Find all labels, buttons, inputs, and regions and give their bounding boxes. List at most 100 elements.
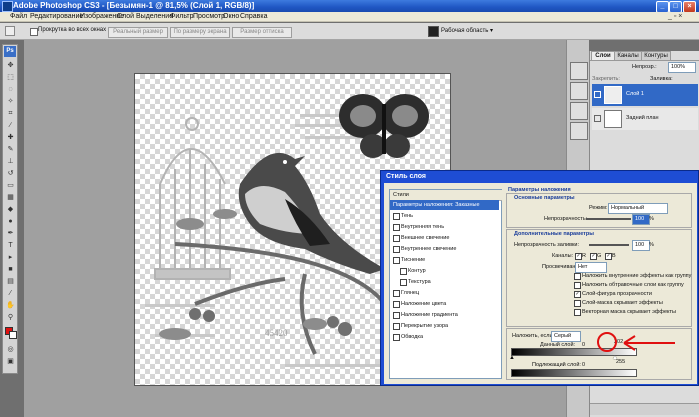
stamp-tool-icon[interactable]: ⊥ [6,157,15,166]
style-item[interactable]: Глянец [390,288,499,298]
style-checkbox[interactable] [400,268,407,275]
quick-mask-icon[interactable]: ◎ [6,345,15,354]
dodge-tool-icon[interactable]: ● [6,217,15,226]
print-size-button[interactable]: Размер оттиска [232,27,292,38]
history-panel-icon[interactable] [570,82,588,100]
hand-tool-icon[interactable] [5,26,15,36]
style-item[interactable]: Наложение цвета [390,299,499,309]
style-item[interactable]: Тиснение [390,255,499,265]
menu-edit[interactable]: Редактирование [30,12,83,22]
type-tool-icon[interactable]: T [6,241,15,250]
channel-g-checkbox[interactable]: ✓ [590,253,597,260]
layer-name[interactable]: Слой 1 [626,91,644,97]
restore-icon[interactable]: _ ▫ × [668,12,682,22]
style-checkbox[interactable] [393,334,400,341]
history-brush-icon[interactable]: ↺ [6,169,15,178]
fill-opacity-label: Непрозрачность заливки: [514,242,579,248]
actions-panel-icon[interactable] [570,102,588,120]
style-item[interactable]: Внутреннее свечение [390,244,499,254]
advanced-option-checkbox[interactable] [574,273,581,280]
style-label: Контур [408,268,426,274]
menu-window[interactable]: Окно [223,12,239,22]
style-item[interactable]: Текстура [390,277,499,287]
advanced-option-checkbox[interactable] [574,282,581,289]
workspace-menu[interactable]: Рабочая область ▾ [441,27,493,34]
style-checkbox[interactable] [393,246,400,253]
eyedropper-tool-icon[interactable]: ⁄ [6,289,15,298]
navigator-panel-icon[interactable] [570,62,588,80]
blend-if-select[interactable]: Серый [551,331,581,342]
advanced-option-checkbox[interactable]: ✓ [574,291,581,298]
menu-view[interactable]: Просмотр [193,12,225,22]
screen-mode-icon[interactable]: ▣ [6,357,15,366]
layer-row[interactable]: Слой 1 [592,84,698,106]
slice-tool-icon[interactable]: ∕ [6,121,15,130]
lasso-tool-icon[interactable]: ◌ [6,85,15,94]
style-checkbox[interactable] [393,323,400,330]
visibility-eye-icon[interactable] [594,91,601,98]
style-item[interactable]: Обводка [390,332,499,342]
style-item[interactable]: Наложение градиента [390,310,499,320]
menu-filter[interactable]: Фильтр [170,12,194,22]
marquee-tool-icon[interactable]: ⬚ [6,73,15,82]
style-checkbox[interactable] [393,290,400,297]
palette-well-icon[interactable] [428,26,439,37]
magic-wand-tool-icon[interactable]: ✧ [6,97,15,106]
layer-row[interactable]: Задний план [592,108,698,130]
style-item[interactable]: Тень [390,211,499,221]
brush-tool-icon[interactable]: ✎ [6,145,15,154]
style-checkbox[interactable] [393,235,400,242]
style-item[interactable]: Внутренняя тень [390,222,499,232]
gradient-tool-icon[interactable]: ▦ [6,193,15,202]
menu-bar: Файл Редактирование Изображение Слой Выд… [0,12,699,22]
style-checkbox[interactable] [393,213,400,220]
style-checkbox[interactable] [393,257,400,264]
layer-opacity-field[interactable]: 100% [668,62,696,73]
blend-mode-select[interactable]: Нормальный [608,203,668,214]
background-color-swatch[interactable] [9,331,17,339]
ps-logo: Ps [4,46,16,57]
layer-name[interactable]: Задний план [626,115,659,121]
advanced-option-checkbox[interactable] [574,300,581,307]
knockout-select[interactable]: Нет [575,262,607,273]
fill-opacity-slider[interactable] [589,244,629,246]
opacity-field[interactable]: 100 [632,214,650,225]
menu-help[interactable]: Справка [240,12,267,22]
style-item[interactable]: Контур [390,266,499,276]
eraser-tool-icon[interactable]: ▭ [6,181,15,190]
notes-tool-icon[interactable]: ▤ [6,277,15,286]
menu-layer[interactable]: Слой [117,12,134,22]
style-item[interactable]: Внешнее свечение [390,233,499,243]
dialog-title: Стиль слоя [386,173,426,180]
scroll-all-checkbox[interactable] [30,28,38,36]
shape-tool-icon[interactable]: ■ [6,265,15,274]
style-checkbox[interactable] [393,224,400,231]
style-checkbox[interactable] [393,301,400,308]
style-checkbox[interactable] [393,312,400,319]
hand-tool-icon[interactable]: ✋ [6,301,15,310]
channel-r-checkbox[interactable]: ✓ [575,253,582,260]
style-checkbox[interactable] [400,279,407,286]
fit-screen-button[interactable]: По размеру экрана [170,27,230,38]
style-item[interactable]: Перекрытие узора [390,321,499,331]
channels-label: Каналы: [552,253,574,259]
path-select-icon[interactable]: ▸ [6,253,15,262]
actual-pixels-button[interactable]: Реальный размер [108,27,168,38]
advanced-option-checkbox[interactable] [574,309,581,316]
crop-tool-icon[interactable]: ⌗ [6,109,15,118]
fill-opacity-field[interactable]: 100 [632,240,650,251]
style-item[interactable]: Параметры наложения: Заказные [390,200,499,210]
zoom-tool-icon[interactable]: ⚲ [6,313,15,322]
this-layer-black-slider[interactable]: ▲ [509,355,515,361]
brushes-panel-icon[interactable] [570,122,588,140]
channel-b-checkbox[interactable]: ✓ [605,253,612,260]
menu-select[interactable]: Выделение [136,12,173,22]
visibility-eye-icon[interactable] [594,115,601,122]
healing-brush-icon[interactable]: ✚ [6,133,15,142]
layer-thumbnail [604,110,622,128]
menu-file[interactable]: Файл [10,12,27,22]
pen-tool-icon[interactable]: ✒ [6,229,15,238]
move-tool-icon[interactable]: ✥ [6,61,15,70]
opacity-slider[interactable] [586,218,631,220]
blur-tool-icon[interactable]: ◆ [6,205,15,214]
